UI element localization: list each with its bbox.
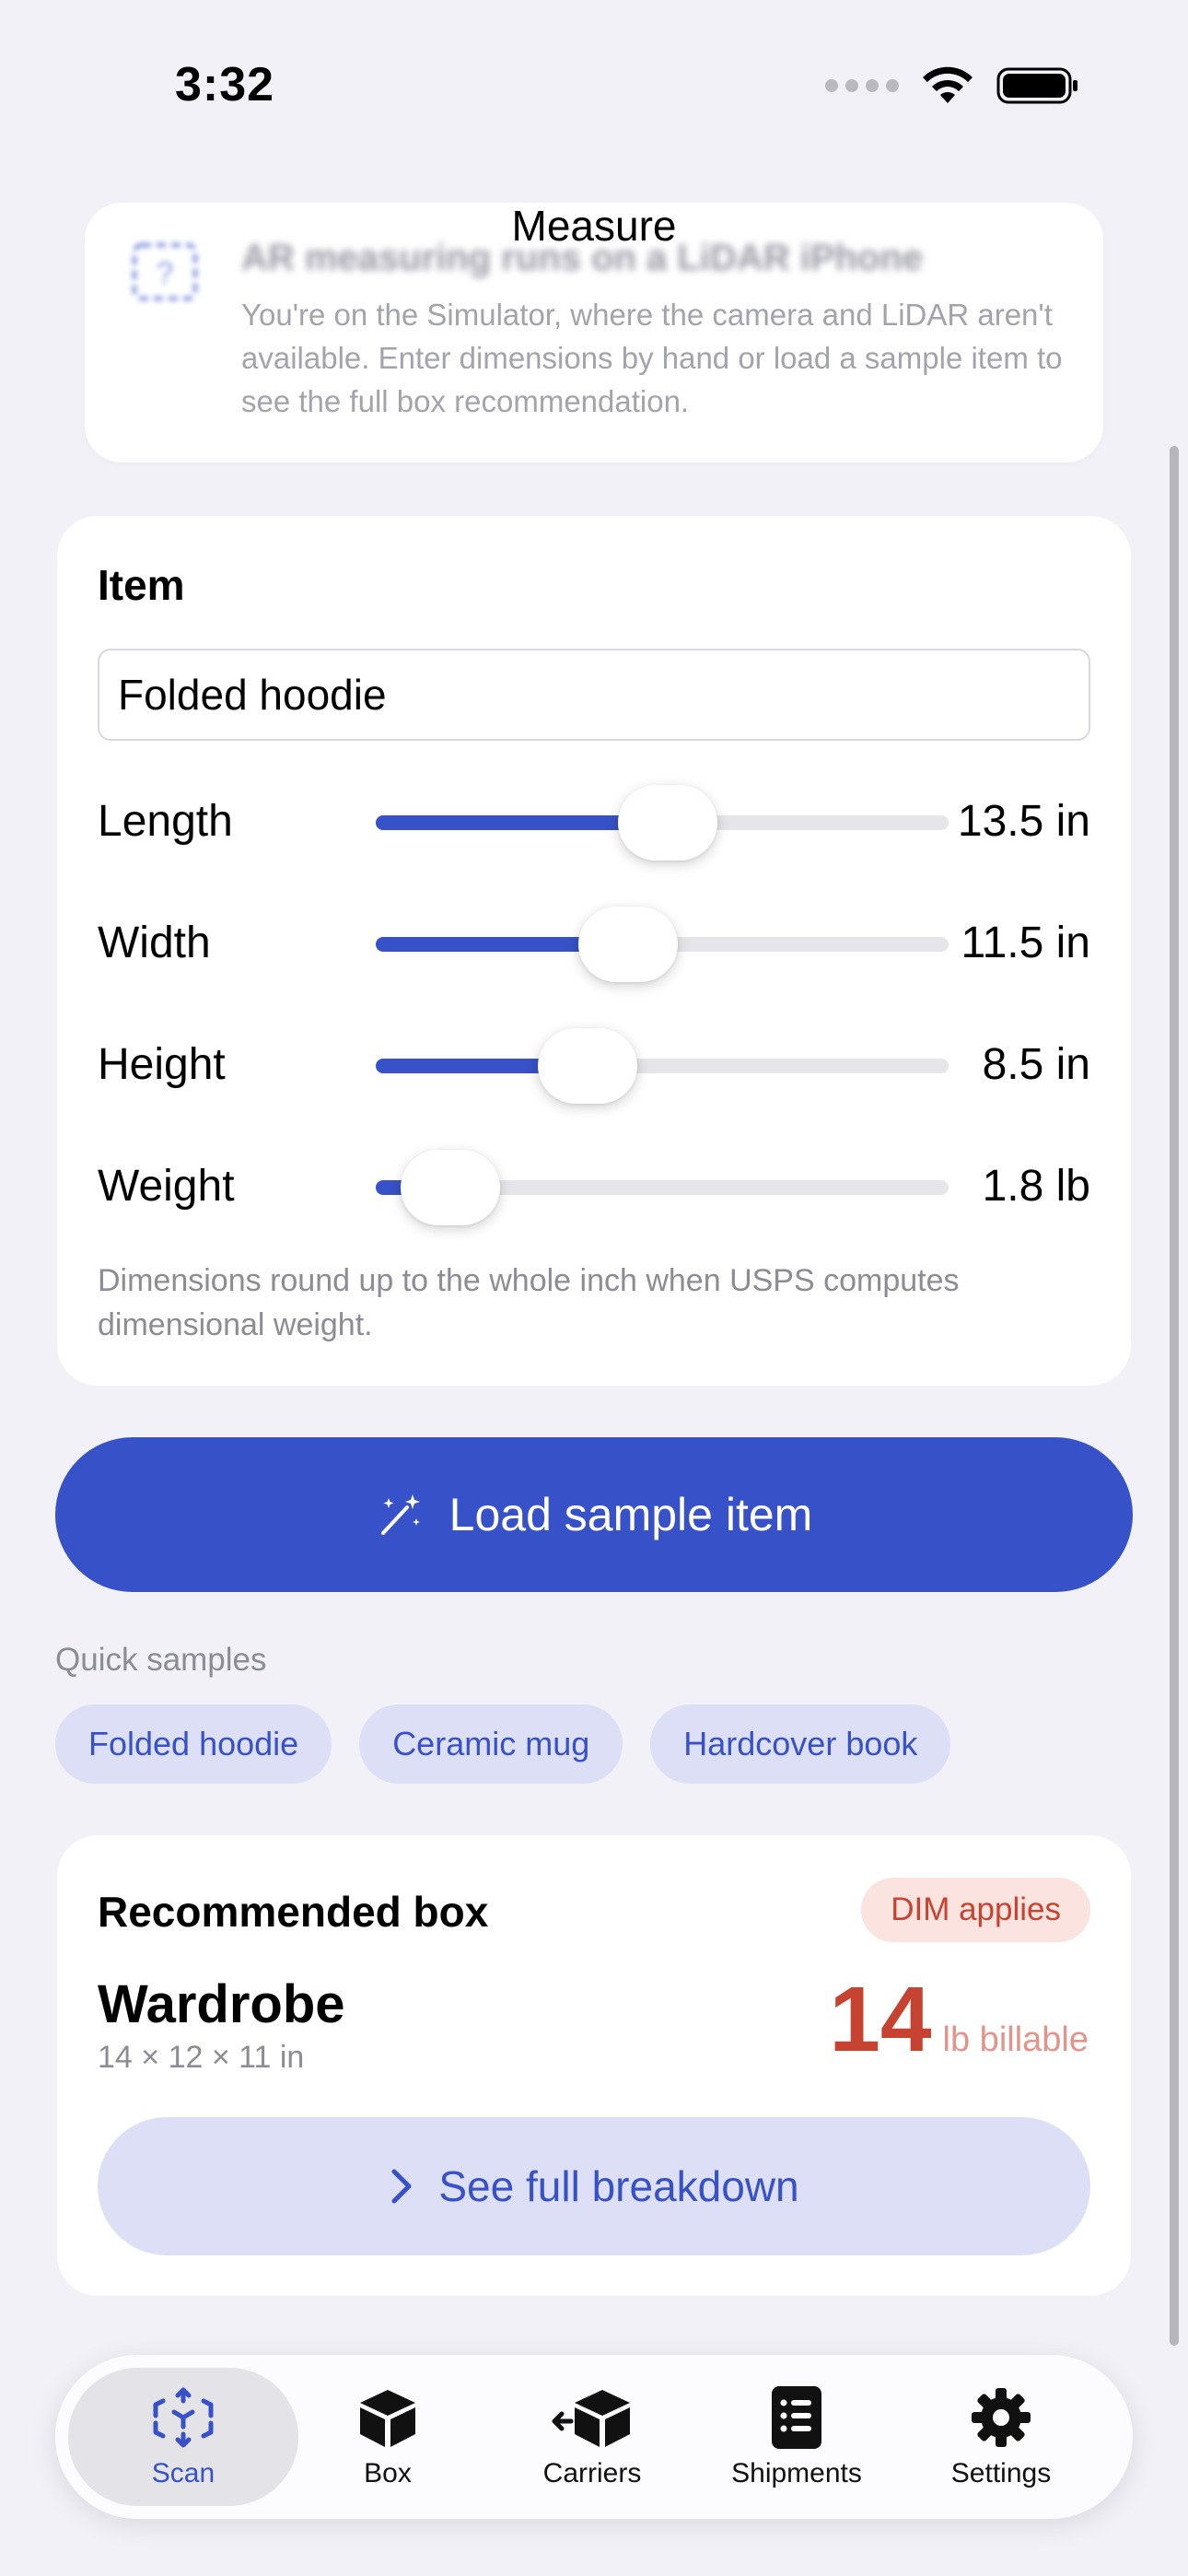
tab-label: Scan — [151, 2458, 215, 2488]
status-time: 3:32 — [175, 58, 275, 111]
weight-slider[interactable] — [376, 1150, 949, 1225]
svg-text:?: ? — [157, 256, 174, 291]
width-slider-row: Width 11.5 in — [98, 903, 1090, 986]
weight-slider-row: Weight 1.8 lb — [98, 1146, 1090, 1229]
cellular-signal-icon — [825, 79, 899, 92]
length-slider[interactable] — [376, 785, 949, 861]
width-slider[interactable] — [376, 907, 949, 982]
slider-thumb[interactable] — [577, 907, 678, 982]
slider-thumb[interactable] — [538, 1028, 638, 1104]
slider-label: Length — [98, 797, 233, 846]
slider-label: Height — [98, 1040, 226, 1089]
slider-thumb[interactable] — [618, 785, 718, 861]
banner-body: You're on the Simulator, where the camer… — [241, 298, 1063, 418]
status-icons — [825, 64, 1079, 107]
tab-label: Carriers — [542, 2458, 642, 2488]
quick-samples-chips: Folded hoodie Ceramic mug Hardcover book — [55, 1704, 951, 1784]
slider-value: 11.5 in — [961, 919, 1090, 967]
scrollbar[interactable] — [1170, 446, 1179, 2346]
chip-folded-hoodie[interactable]: Folded hoodie — [55, 1704, 332, 1784]
tab-bar: Scan Box Carriers Shipments Settings — [55, 2355, 1133, 2519]
recommended-box-card: Recommended box DIM applies Wardrobe 14 … — [57, 1835, 1131, 2296]
rounding-note: Dimensions round up to the whole inch wh… — [98, 1263, 960, 1342]
billable-weight-unit: lb billable — [942, 2020, 1089, 2059]
quick-samples-caption: Quick samples — [55, 1642, 267, 1678]
item-card: Item Length 13.5 in Width 11.5 in Height… — [57, 516, 1131, 1386]
item-heading: Item — [98, 561, 185, 609]
box-dimensions: 14 × 12 × 11 in — [98, 2040, 305, 2075]
tab-box[interactable]: Box — [273, 2368, 503, 2506]
item-name-input[interactable] — [98, 649, 1090, 741]
height-slider[interactable] — [376, 1028, 949, 1104]
tab-label: Box — [364, 2458, 412, 2488]
tab-label: Shipments — [731, 2458, 862, 2488]
billable-weight-number: 14 — [829, 1968, 932, 2071]
see-full-breakdown-button[interactable]: See full breakdown — [98, 2117, 1090, 2255]
scan-icon — [153, 2387, 214, 2448]
tab-label: Settings — [950, 2458, 1052, 2488]
slider-thumb[interactable] — [400, 1150, 500, 1225]
tab-settings[interactable]: Settings — [886, 2368, 1116, 2506]
dim-applies-badge: DIM applies — [861, 1878, 1090, 1942]
page-title: Measure — [511, 202, 677, 250]
slider-value: 1.8 lb — [982, 1162, 1090, 1211]
tab-shipments[interactable]: Shipments — [681, 2368, 912, 2506]
wifi-icon — [923, 66, 973, 103]
gear-icon — [972, 2388, 1031, 2447]
tab-carriers[interactable]: Carriers — [477, 2368, 707, 2506]
length-slider-row: Length 13.5 in — [98, 781, 1090, 864]
slider-value: 8.5 in — [982, 1040, 1090, 1089]
box-icon — [360, 2390, 415, 2447]
slider-value: 13.5 in — [957, 797, 1090, 846]
breakdown-label: See full breakdown — [438, 2162, 799, 2210]
status-bar: 3:32 — [0, 0, 1188, 175]
load-sample-button[interactable]: Load sample item — [55, 1437, 1133, 1592]
chevron-right-icon — [391, 2169, 412, 2204]
chip-hardcover-book[interactable]: Hardcover book — [650, 1704, 951, 1784]
height-slider-row: Height 8.5 in — [98, 1025, 1090, 1107]
shipments-icon — [772, 2386, 821, 2449]
load-sample-label: Load sample item — [448, 1489, 813, 1540]
slider-label: Width — [98, 919, 211, 967]
battery-icon — [996, 67, 1077, 104]
billable-weight: 14 lb billable — [829, 1973, 1089, 2066]
carriers-icon — [552, 2390, 630, 2447]
chip-ceramic-mug[interactable]: Ceramic mug — [359, 1704, 623, 1784]
tab-scan[interactable]: Scan — [68, 2368, 298, 2506]
box-name: Wardrobe — [98, 1974, 345, 2034]
magic-wand-icon — [380, 1494, 420, 1535]
recommended-heading: Recommended box — [98, 1888, 489, 1936]
slider-label: Weight — [98, 1162, 235, 1211]
